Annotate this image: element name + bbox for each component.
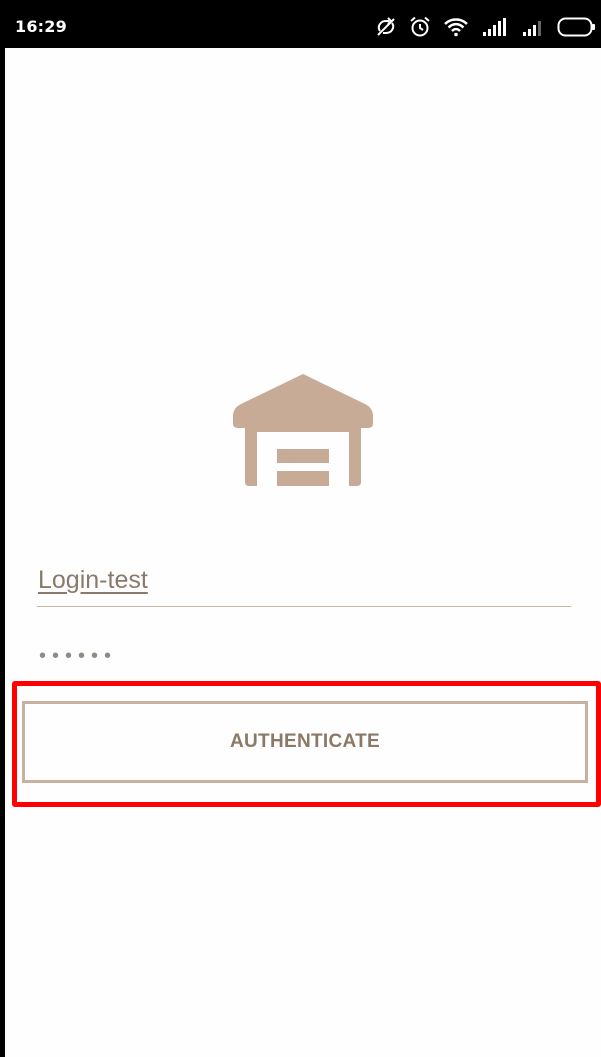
- no-sync-icon: [375, 17, 397, 37]
- authenticate-button[interactable]: AUTHENTICATE: [22, 701, 588, 783]
- app-screen: Login-test •••••• AUTHENTICATE: [5, 48, 601, 1057]
- wifi-icon: [443, 17, 469, 37]
- username-field[interactable]: Login-test: [37, 560, 571, 607]
- authenticate-button-label: AUTHENTICATE: [230, 731, 380, 752]
- password-value: ••••••: [39, 645, 118, 667]
- password-field[interactable]: ••••••: [37, 643, 571, 679]
- device-frame: 16:29 Login-test •••••• AUTHENTICATE: [0, 0, 601, 1057]
- warehouse-icon: [233, 370, 373, 488]
- signal-icon: [481, 17, 509, 37]
- battery-icon: [557, 16, 597, 38]
- signal-icon: [521, 17, 545, 37]
- status-icons: [375, 12, 597, 42]
- alarm-icon: [409, 16, 431, 38]
- status-time: 16:29: [15, 17, 67, 36]
- status-bar: 16:29: [5, 6, 601, 48]
- username-value: Login-test: [38, 566, 148, 594]
